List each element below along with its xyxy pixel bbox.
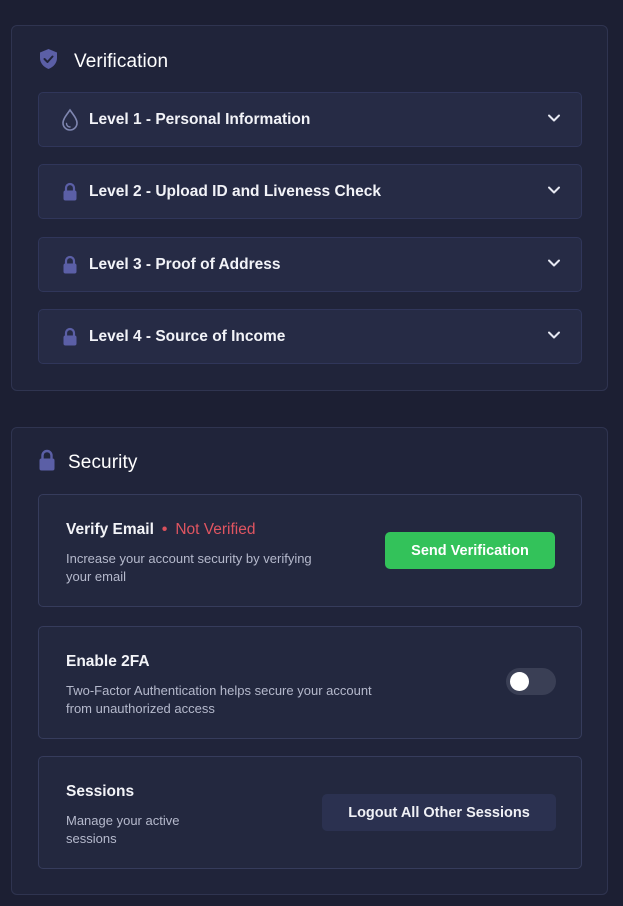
chevron-down-icon xyxy=(547,256,561,275)
verify-email-description: Increase your account security by verify… xyxy=(66,550,312,585)
sessions-title: Sessions xyxy=(66,783,135,800)
security-panel: Security Verify Email • Not Verified Incre… xyxy=(11,427,608,895)
two-fa-toggle[interactable] xyxy=(506,668,556,695)
two-fa-description-line: from unauthorized access xyxy=(66,700,215,716)
verify-email-title: Verify Email xyxy=(66,521,154,538)
sessions-description: Manage your active sessions xyxy=(66,812,179,847)
level-4-label: Level 4 - Source of Income xyxy=(89,327,286,345)
verification-title: Verification xyxy=(74,50,169,72)
two-fa-description-line: Two-Factor Authentication helps secure y… xyxy=(66,683,372,698)
verification-header: Verification xyxy=(38,48,168,75)
two-fa-card: Enable 2FA Two-Factor Authentication hel… xyxy=(38,626,582,739)
level-1-label: Level 1 - Personal Information xyxy=(89,110,311,128)
status-badge: Not Verified xyxy=(175,521,256,538)
toggle-knob xyxy=(510,672,529,691)
level-3-row[interactable]: Level 3 - Proof of Address xyxy=(38,237,582,292)
status-separator: • xyxy=(161,521,168,538)
sessions-description-line: Manage your active xyxy=(66,813,180,828)
verify-email-card: Verify Email • Not Verified Increase your … xyxy=(38,494,582,607)
lock-icon xyxy=(59,182,81,202)
level-4-row[interactable]: Level 4 - Source of Income xyxy=(38,309,582,364)
level-3-label: Level 3 - Proof of Address xyxy=(89,255,281,273)
lock-icon xyxy=(59,255,81,275)
level-2-label: Level 2 - Upload ID and Liveness Check xyxy=(89,182,382,200)
verify-email-title-row: Verify Email • Not Verified xyxy=(66,521,255,539)
level-2-row[interactable]: Level 2 - Upload ID and Liveness Check xyxy=(38,164,582,219)
verify-email-description-line: your email xyxy=(66,568,126,584)
chevron-down-icon xyxy=(547,183,561,202)
sessions-card: Sessions Manage your active sessions Log… xyxy=(38,756,582,869)
chevron-down-icon xyxy=(547,111,561,130)
two-fa-title: Enable 2FA xyxy=(66,653,150,670)
send-verification-button[interactable]: Send Verification xyxy=(385,532,555,569)
security-title: Security xyxy=(68,452,138,473)
shield-icon xyxy=(38,48,59,75)
sessions-description-line: sessions xyxy=(66,830,117,846)
lock-icon xyxy=(59,327,81,347)
logout-other-sessions-button[interactable]: Logout All Other Sessions xyxy=(322,794,556,831)
verification-panel: Verification Level 1 - Personal Informat… xyxy=(11,25,608,391)
lock-icon xyxy=(38,449,56,477)
security-header: Security xyxy=(38,449,137,477)
level-1-row[interactable]: Level 1 - Personal Information xyxy=(38,92,582,147)
two-fa-description: Two-Factor Authentication helps secure y… xyxy=(66,682,372,717)
drop-icon xyxy=(59,108,81,132)
verify-email-description-line: Increase your account security by verify… xyxy=(66,551,312,566)
chevron-down-icon xyxy=(547,328,561,347)
